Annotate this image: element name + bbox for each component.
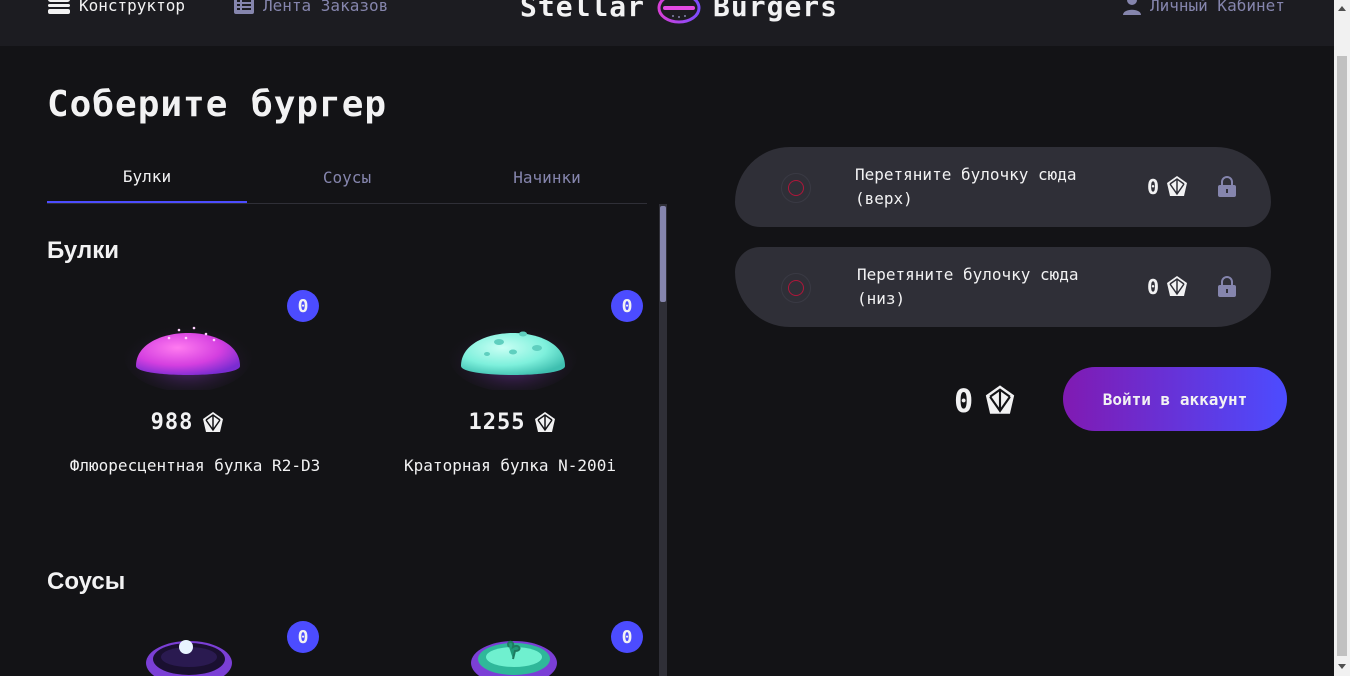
ingredient-card[interactable]: 0 bbox=[52, 621, 324, 676]
logo-burger-icon bbox=[657, 0, 701, 24]
ingredient-count-badge: 0 bbox=[611, 290, 643, 322]
drag-handle-icon bbox=[781, 173, 811, 203]
page-title: Соберите бургер bbox=[47, 84, 388, 125]
nav-constructor-label: Конструктор bbox=[79, 0, 185, 15]
currency-icon bbox=[203, 411, 224, 432]
lock-icon bbox=[1218, 176, 1236, 197]
profile-icon bbox=[1123, 0, 1141, 15]
sauce-green-image bbox=[471, 640, 557, 676]
ingredient-tabs: Булки Соусы Начинки bbox=[47, 152, 647, 204]
dropzone-hint: Перетяните булочку сюда (верх) bbox=[855, 165, 1077, 208]
list-icon bbox=[234, 0, 254, 14]
nav-account[interactable]: Личный Кабинет bbox=[1122, 0, 1285, 16]
slot-price-value: 0 bbox=[1147, 275, 1160, 299]
fluorescent-bun-image bbox=[124, 320, 252, 390]
tab-fillings[interactable]: Начинки bbox=[447, 152, 647, 202]
sauce-spicy-image bbox=[146, 640, 232, 676]
currency-icon bbox=[1167, 276, 1188, 296]
ingredient-price: 1255 bbox=[377, 410, 649, 435]
ingredient-card[interactable]: 0 1255 Краторная булка N-200i bbox=[377, 290, 649, 498]
ingredient-card[interactable]: 0 bbox=[377, 621, 649, 676]
order-total: 0 bbox=[954, 382, 1017, 420]
currency-icon bbox=[986, 385, 1015, 414]
scroll-up-arrow-icon[interactable] bbox=[1338, 6, 1346, 11]
ingredients-scrollbar-thumb[interactable] bbox=[660, 206, 666, 302]
logo-text-right: Burgers bbox=[713, 0, 839, 23]
bun-top-dropzone[interactable]: Перетяните булочку сюда (верх) 0 bbox=[735, 147, 1271, 227]
nav-feed-label: Лента Заказов bbox=[263, 0, 389, 15]
section-title-buns: Булки bbox=[47, 237, 119, 264]
ingredient-price: 988 bbox=[52, 410, 324, 435]
slot-price: 0 bbox=[1147, 275, 1189, 299]
currency-icon bbox=[535, 411, 556, 432]
currency-icon bbox=[1167, 176, 1188, 196]
ingredient-count-badge: 0 bbox=[287, 621, 319, 653]
scroll-down-arrow-icon[interactable] bbox=[1338, 664, 1346, 669]
dropzone-hint: Перетяните булочку сюда (низ) bbox=[857, 265, 1079, 308]
login-button[interactable]: Войти в аккаунт bbox=[1063, 367, 1287, 431]
ingredient-count-badge: 0 bbox=[287, 290, 319, 322]
ingredient-name: Краторная булка N-200i bbox=[404, 456, 616, 475]
price-value: 1255 bbox=[468, 410, 526, 435]
window-scrollbar-thumb[interactable] bbox=[1337, 56, 1347, 656]
section-title-sauces: Соусы bbox=[47, 568, 126, 595]
slot-price: 0 bbox=[1147, 175, 1189, 199]
ingredient-count-badge: 0 bbox=[611, 621, 643, 653]
nav-constructor[interactable]: Конструктор bbox=[47, 0, 185, 16]
drag-handle-icon bbox=[781, 273, 811, 303]
burger-icon bbox=[48, 0, 70, 14]
slot-price-value: 0 bbox=[1147, 175, 1160, 199]
lock-icon bbox=[1218, 276, 1236, 297]
tab-sauces[interactable]: Соусы bbox=[247, 152, 447, 202]
crater-bun-image bbox=[449, 320, 577, 390]
bun-bottom-dropzone[interactable]: Перетяните булочку сюда (низ) 0 bbox=[735, 247, 1271, 327]
ingredient-card[interactable]: 0 988 Флюоресцентная булка R2-D3 bbox=[52, 290, 324, 498]
ingredient-name: Флюоресцентная булка R2-D3 bbox=[69, 456, 321, 475]
nav-account-label: Личный Кабинет bbox=[1150, 0, 1285, 15]
price-value: 988 bbox=[150, 410, 194, 435]
order-total-value: 0 bbox=[954, 382, 974, 420]
nav-order-feed[interactable]: Лента Заказов bbox=[233, 0, 388, 16]
app-header: Конструктор Лента Заказов Stellar Burger… bbox=[0, 0, 1334, 46]
logo[interactable]: Stellar Burgers bbox=[520, 0, 838, 26]
logo-text-left: Stellar bbox=[520, 0, 646, 23]
tab-buns[interactable]: Булки bbox=[47, 152, 247, 203]
